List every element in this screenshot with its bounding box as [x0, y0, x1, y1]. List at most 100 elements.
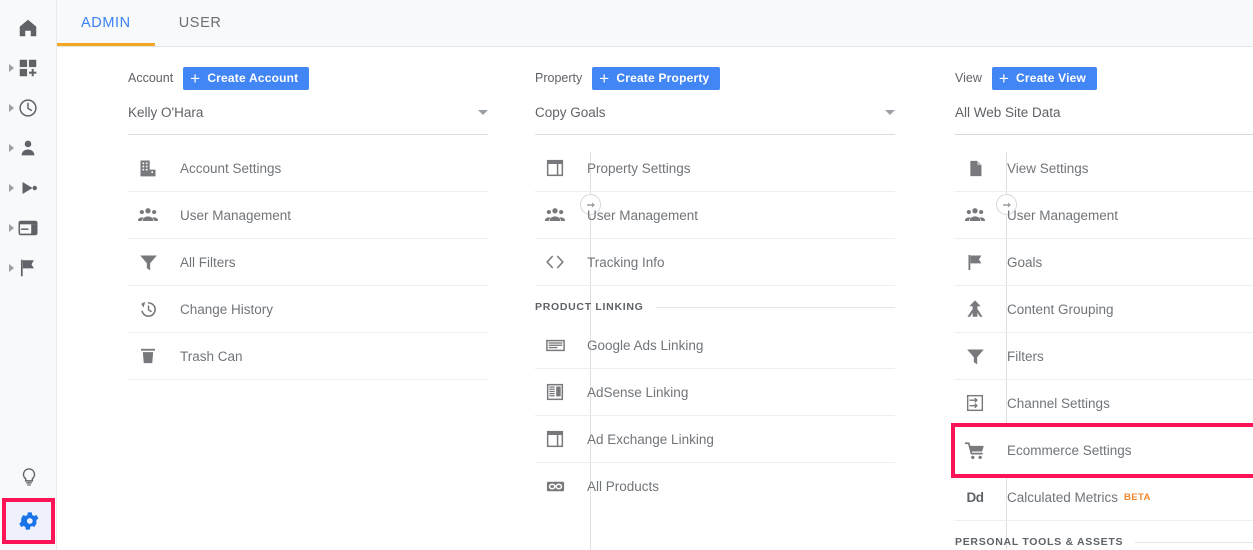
create-property-button[interactable]: + Create Property [592, 67, 720, 90]
view-item-view-settings[interactable]: View Settings [955, 145, 1253, 192]
view-item-label: User Management [1007, 208, 1118, 223]
view-item-content-grouping[interactable]: Content Grouping [955, 286, 1253, 333]
personal-tools-section-header: PERSONAL TOOLS & ASSETS [955, 527, 1253, 550]
tab-user[interactable]: USER [155, 0, 246, 46]
dd-glyph-icon: Dd [964, 486, 986, 508]
create-account-button[interactable]: + Create Account [183, 67, 309, 90]
view-selector[interactable]: All Web Site Data [955, 105, 1253, 135]
rail-primary-items [0, 0, 56, 288]
left-nav-rail [0, 0, 57, 550]
adsense-list-icon [544, 381, 566, 403]
view-item-goals[interactable]: Goals [955, 239, 1253, 286]
chevron-right-icon [9, 64, 14, 72]
property-item-adsense-linking[interactable]: AdSense Linking [535, 369, 895, 416]
account-item-all-filters[interactable]: All Filters [128, 239, 488, 286]
create-view-label: Create View [1016, 71, 1086, 85]
rail-item-audience[interactable] [0, 128, 56, 168]
view-item-user-management[interactable]: User Management [955, 192, 1253, 239]
plus-icon: + [999, 70, 1009, 87]
funnel-icon [964, 345, 986, 367]
link-chain-icon [544, 476, 566, 498]
chevron-right-icon [9, 264, 14, 272]
tab-admin[interactable]: ADMIN [57, 0, 155, 46]
account-selector[interactable]: Kelly O'Hara [128, 105, 488, 135]
rail-item-realtime[interactable] [0, 88, 56, 128]
plus-icon: + [190, 70, 200, 87]
admin-gear-icon [17, 509, 41, 533]
trash-icon [137, 345, 159, 367]
property-selector-value: Copy Goals [535, 105, 606, 120]
account-item-label: All Filters [180, 255, 236, 270]
personal-tools-label: PERSONAL TOOLS & ASSETS [955, 536, 1123, 548]
discover-bulb-icon [18, 466, 40, 488]
code-brackets-icon [544, 251, 566, 273]
chevron-down-icon [885, 110, 895, 115]
account-selector-value: Kelly O'Hara [128, 105, 203, 120]
create-property-label: Create Property [616, 71, 709, 85]
account-column-header: Account + Create Account [128, 65, 488, 91]
building-icon [137, 157, 159, 179]
rail-item-conversions[interactable] [0, 248, 56, 288]
property-item-label: Tracking Info [587, 255, 665, 270]
document-icon [964, 157, 986, 179]
account-item-change-history[interactable]: Change History [128, 286, 488, 333]
property-label: Property [535, 71, 582, 85]
chevron-right-icon [9, 104, 14, 112]
create-view-button[interactable]: + Create View [992, 67, 1097, 90]
rail-item-customization[interactable] [0, 48, 56, 88]
account-item-account-settings[interactable]: Account Settings [128, 145, 488, 192]
chevron-right-icon [9, 184, 14, 192]
tab-admin-label: ADMIN [81, 15, 131, 31]
flag-icon [964, 251, 986, 273]
property-menu-list: Property Settings [535, 145, 895, 550]
funnel-icon [137, 251, 159, 273]
rail-item-admin[interactable] [2, 498, 55, 544]
view-item-label: Channel Settings [1007, 396, 1110, 411]
account-item-user-management[interactable]: User Management [128, 192, 488, 239]
property-item-tracking-info[interactable]: Tracking Info [535, 239, 895, 286]
rail-item-discover[interactable] [0, 456, 57, 498]
rail-bottom-items [0, 456, 57, 550]
tab-user-label: USER [179, 15, 222, 31]
rail-item-acquisition[interactable] [0, 168, 56, 208]
main-area: ADMIN USER Account [57, 0, 1253, 550]
people-icon [544, 204, 566, 226]
property-item-label: User Management [587, 208, 698, 223]
customization-icon [17, 57, 39, 79]
history-icon [137, 298, 159, 320]
account-item-label: Change History [180, 302, 273, 317]
view-column: View + Create View All Web Site Data [955, 47, 1253, 550]
property-item-property-settings[interactable]: Property Settings [535, 145, 895, 192]
shopping-cart-icon [964, 440, 986, 462]
channel-settings-icon [964, 392, 986, 414]
property-item-label: Google Ads Linking [587, 338, 703, 353]
view-item-label: Calculated Metrics [1007, 490, 1118, 505]
property-item-user-management[interactable]: User Management [535, 192, 895, 239]
account-label: Account [128, 71, 173, 85]
property-item-google-ads-linking[interactable]: Google Ads Linking [535, 322, 895, 369]
property-item-ad-exchange-linking[interactable]: Ad Exchange Linking [535, 416, 895, 463]
view-item-ecommerce-settings[interactable]: Ecommerce Settings [955, 427, 1253, 474]
conversions-flag-icon [17, 257, 39, 279]
rail-item-behavior[interactable] [0, 208, 56, 248]
plus-icon: + [599, 70, 609, 87]
people-icon [964, 204, 986, 226]
view-selector-value: All Web Site Data [955, 105, 1061, 120]
content-grouping-icon [964, 298, 986, 320]
audience-person-icon [17, 137, 39, 159]
people-icon [137, 204, 159, 226]
property-item-all-products[interactable]: All Products [535, 463, 895, 510]
rail-item-home[interactable] [0, 8, 56, 48]
property-column-header: Property + Create Property [535, 65, 895, 91]
view-item-channel-settings[interactable]: Channel Settings [955, 380, 1253, 427]
view-item-label: View Settings [1007, 161, 1089, 176]
account-item-trash-can[interactable]: Trash Can [128, 333, 488, 380]
view-item-calculated-metrics[interactable]: Dd Calculated Metrics BETA [955, 474, 1253, 521]
property-item-label: All Products [587, 479, 659, 494]
view-item-filters[interactable]: Filters [955, 333, 1253, 380]
property-item-postbacks[interactable]: Postbacks [535, 541, 895, 550]
account-item-label: User Management [180, 208, 291, 223]
property-selector[interactable]: Copy Goals [535, 105, 895, 135]
property-item-label: Ad Exchange Linking [587, 432, 714, 447]
chevron-down-icon [478, 110, 488, 115]
